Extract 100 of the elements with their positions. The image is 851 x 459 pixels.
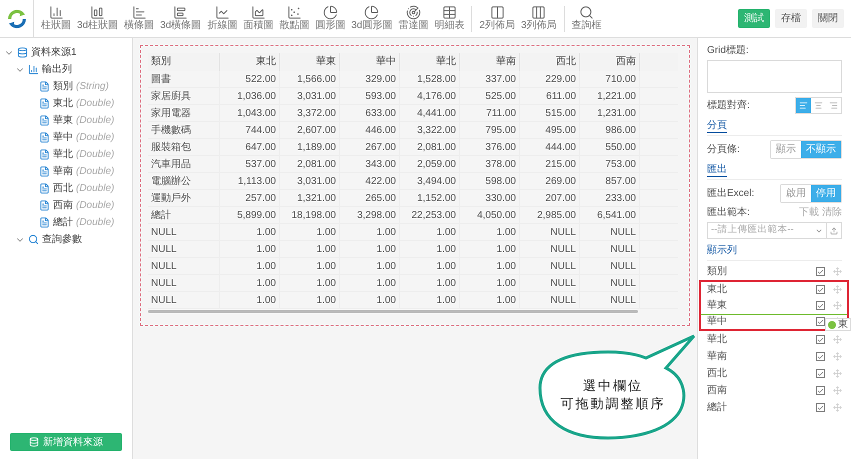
upload-button[interactable] — [827, 222, 842, 239]
column-checkbox[interactable] — [816, 369, 825, 378]
table-cell: 269.00 — [520, 173, 580, 189]
drag-handle-icon[interactable] — [833, 301, 842, 310]
upload-icon — [830, 226, 838, 234]
column-checkbox[interactable] — [816, 352, 825, 361]
action-button[interactable]: 關閉 — [812, 9, 844, 28]
file-icon — [39, 200, 50, 211]
table-cell: 1.00 — [280, 258, 340, 274]
column-name[interactable]: 華南 — [707, 349, 816, 364]
tree-item[interactable]: 東北 — [53, 96, 73, 111]
section-heading: 顯示列 — [707, 245, 737, 256]
table-cell: 1.00 — [460, 292, 520, 308]
table-cell: 1.00 — [220, 275, 280, 291]
table-cell: 1.00 — [340, 292, 400, 308]
table-cell: 647.00 — [220, 139, 280, 155]
drag-handle-icon[interactable] — [833, 335, 842, 344]
drag-handle-icon[interactable] — [833, 285, 842, 294]
file-icon — [39, 115, 50, 126]
table-cell: 1.00 — [280, 224, 340, 240]
column-checkbox[interactable] — [816, 335, 825, 344]
tree-item[interactable]: 類別 — [53, 79, 73, 94]
tree-item[interactable]: 華南 — [53, 164, 73, 179]
table-cell: 330.00 — [460, 190, 520, 206]
column-checkbox[interactable] — [816, 267, 825, 276]
table-cell: 汽車用品 — [148, 156, 220, 172]
chart-tool[interactable]: 雷達圖 — [395, 5, 432, 32]
radar-icon — [406, 5, 421, 20]
drag-handle-icon[interactable] — [833, 352, 842, 361]
column-name[interactable]: 西北 — [707, 366, 816, 381]
chart-tool[interactable]: 面積圖 — [240, 5, 276, 32]
table-cell: 5,899.00 — [220, 207, 280, 223]
type-label: (Double) — [76, 182, 114, 196]
table-cell: 3,031.00 — [280, 88, 340, 104]
chart-tool[interactable]: 2列佈局 — [476, 5, 518, 32]
drag-handle-icon[interactable] — [833, 403, 842, 412]
column-name[interactable]: 華東 — [707, 298, 816, 313]
column-name[interactable]: 類別 — [707, 264, 816, 279]
table-cell: 593.00 — [340, 88, 400, 104]
chart-tool[interactable]: 明細表 — [431, 5, 468, 32]
column-header: 華南 — [460, 53, 520, 71]
chart-tool[interactable]: 3d柱狀圖 — [74, 5, 122, 32]
column-checkbox[interactable] — [816, 317, 825, 326]
chart-tool[interactable]: 3列佈局 — [518, 5, 560, 32]
table-cell: 1.00 — [400, 224, 460, 240]
tree-item[interactable]: 查詢參數 — [42, 232, 82, 247]
file-icon — [39, 166, 50, 177]
tree-item[interactable]: 資料來源1 — [31, 45, 77, 60]
chart-tool[interactable]: 查詢框 — [568, 5, 604, 32]
chart-tool[interactable]: 3d圓形圖 — [348, 5, 396, 32]
file-icon — [39, 149, 50, 160]
action-button[interactable]: 存檔 — [775, 9, 807, 28]
tree-item[interactable]: 華北 — [53, 147, 73, 162]
drag-handle-icon[interactable] — [833, 386, 842, 395]
table-cell: 1.00 — [400, 241, 460, 257]
grid-title-field[interactable] — [707, 60, 842, 93]
chart-tool[interactable]: 折線圖 — [204, 5, 240, 32]
table-cell: NULL — [520, 275, 580, 291]
align-left-icon — [799, 101, 808, 110]
pie-chart-icon — [322, 5, 338, 20]
two-column-icon — [490, 5, 505, 20]
column-checkbox[interactable] — [816, 386, 825, 395]
horizontal-scrollbar[interactable] — [148, 310, 638, 313]
chart-tool[interactable]: 柱狀圖 — [38, 5, 74, 32]
table-cell: 257.00 — [220, 190, 280, 206]
align-button[interactable] — [796, 98, 811, 113]
column-name[interactable]: 西南 — [707, 383, 816, 398]
table-cell: 446.00 — [340, 122, 400, 138]
column-name[interactable]: 華北 — [707, 332, 816, 347]
tree-item[interactable]: 輸出列 — [42, 62, 72, 77]
tree-item[interactable]: 總計 — [53, 215, 73, 230]
column-checkbox[interactable] — [816, 301, 825, 310]
chart-tool[interactable]: 3d橫條圖 — [157, 5, 204, 32]
table-cell: 611.00 — [520, 88, 580, 104]
column-checkbox[interactable] — [816, 403, 825, 412]
table-cell: 電腦辦公 — [148, 173, 220, 189]
column-header: 華中 — [340, 53, 400, 71]
column-name[interactable]: 總計 — [707, 400, 816, 415]
tree-item[interactable]: 華中 — [53, 130, 73, 145]
drag-handle-icon[interactable] — [833, 369, 842, 378]
drag-handle-icon[interactable] — [833, 267, 842, 276]
table-cell: 1,566.00 — [280, 71, 340, 87]
tree-item[interactable]: 華東 — [53, 113, 73, 128]
tree-item[interactable]: 西南 — [53, 198, 73, 213]
chart-tool[interactable]: 散點圖 — [276, 5, 312, 32]
chart-tool[interactable]: 橫條圖 — [121, 5, 158, 32]
column-name[interactable]: 華中 — [707, 314, 816, 329]
search-icon — [579, 5, 594, 20]
table-cell: NULL — [520, 224, 580, 240]
drag-ghost: 東 — [825, 318, 851, 331]
type-label: (Double) — [76, 216, 114, 230]
callout-text: 選中欄位 可拖動調整順序 — [560, 378, 666, 414]
field-label: 匯出範本: — [707, 206, 750, 220]
table-cell: 3,298.00 — [340, 207, 400, 223]
tree-item[interactable]: 西北 — [53, 181, 73, 196]
chart-tool[interactable]: 圓形圖 — [312, 5, 348, 32]
column-checkbox[interactable] — [816, 285, 825, 294]
table-cell: 1.00 — [340, 241, 400, 257]
table-cell: 1.00 — [460, 258, 520, 274]
table-cell: 1.00 — [220, 224, 280, 240]
